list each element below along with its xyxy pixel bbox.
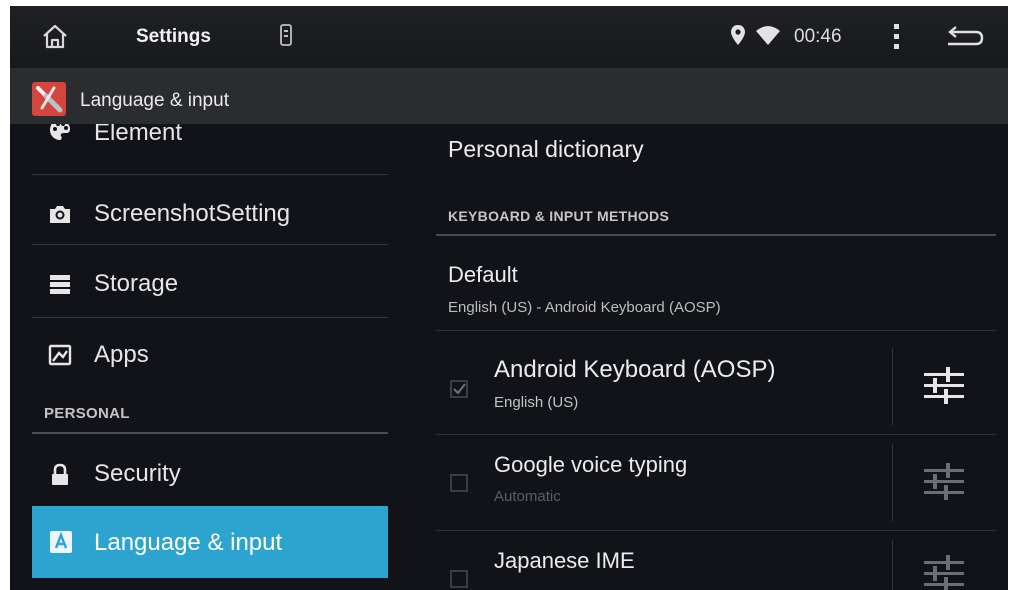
back-icon[interactable] (944, 24, 984, 50)
sidebar-item-label: Apps (94, 341, 149, 368)
storage-icon (50, 275, 70, 294)
sidebar-item-security[interactable]: Security (32, 440, 388, 512)
sidebar-item-label: Storage (94, 270, 179, 297)
camera-icon (50, 206, 70, 223)
apps-icon (48, 344, 72, 366)
divider (892, 348, 893, 426)
app-header: Language & input (10, 68, 1008, 124)
divider (436, 330, 996, 331)
settings-window: Settings 00:46 Language & input Element … (10, 6, 1008, 590)
sidebar-item-label: Security (94, 460, 181, 487)
clock: 00:46 (794, 26, 842, 47)
input-settings-icon[interactable] (920, 364, 968, 404)
sidebar-item-storage[interactable]: Storage (32, 246, 388, 318)
divider (32, 244, 388, 245)
input-method-checkbox[interactable] (450, 380, 468, 398)
divider (892, 444, 893, 522)
overflow-menu-icon[interactable] (892, 22, 902, 52)
input-method-name: Google voice typing (494, 452, 688, 477)
default-summary: English (US) - Android Keyboard (AOSP) (448, 299, 721, 316)
section-header-personal: PERSONAL (44, 405, 130, 422)
input-method-checkbox[interactable] (450, 570, 468, 588)
sidebar-item-label: Element (94, 124, 183, 146)
section-divider (436, 234, 996, 236)
settings-wrench-icon (32, 82, 66, 116)
personal-dictionary-item[interactable]: Personal dictionary (448, 136, 644, 163)
status-title: Settings (136, 26, 211, 47)
sidebar-item-language-input[interactable]: Language & input (32, 506, 388, 578)
sidebar-item-apps[interactable]: Apps (32, 319, 388, 391)
language-input-panel: Personal dictionary KEYBOARD & INPUT MET… (436, 124, 996, 590)
checkmark-icon (453, 383, 466, 395)
input-method-name: Japanese IME (494, 548, 635, 573)
input-method-summary: Automatic (494, 488, 561, 505)
sidebar-item-label: ScreenshotSetting (94, 200, 291, 227)
palette-icon (50, 124, 70, 140)
divider (32, 317, 388, 318)
sd-card-icon (280, 24, 292, 46)
status-bar: Settings 00:46 (10, 6, 1008, 69)
lock-icon (52, 463, 68, 485)
sidebar-item-element[interactable]: Element (32, 124, 388, 178)
section-header-keyboard: KEYBOARD & INPUT METHODS (448, 208, 670, 224)
sidebar-item-label: Language & input (94, 529, 283, 556)
location-icon (731, 25, 745, 45)
divider (436, 434, 996, 435)
input-method-name: Android Keyboard (AOSP) (494, 356, 776, 383)
input-method-summary: English (US) (494, 394, 579, 411)
input-settings-icon[interactable] (920, 460, 968, 500)
home-icon[interactable] (40, 22, 70, 52)
divider (436, 530, 996, 531)
default-title: Default (448, 262, 518, 287)
language-icon (50, 531, 72, 553)
input-method-checkbox[interactable] (450, 474, 468, 492)
input-settings-icon[interactable] (920, 552, 968, 590)
settings-sidebar: Element ScreenshotSetting Storage Apps P… (32, 124, 388, 590)
sidebar-item-screenshotsetting[interactable]: ScreenshotSetting (32, 176, 388, 248)
app-header-title: Language & input (80, 90, 229, 111)
section-divider (32, 432, 388, 434)
divider (892, 540, 893, 590)
divider (32, 174, 388, 175)
wifi-icon (756, 26, 780, 45)
